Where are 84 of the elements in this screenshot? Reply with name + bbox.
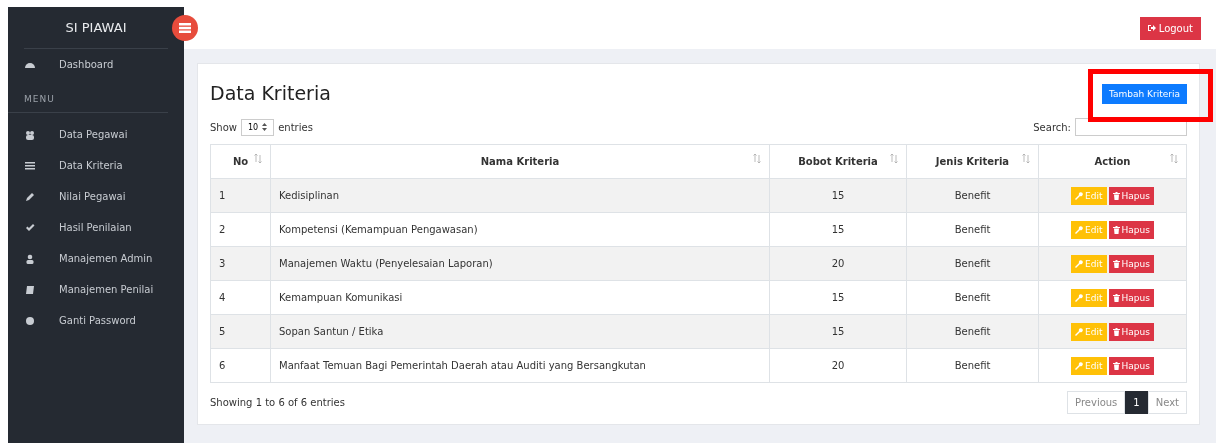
table-cell: 20 <box>769 246 907 281</box>
table-cell: Benefit <box>906 212 1039 247</box>
table-cell: 1 <box>210 178 271 213</box>
trash-icon <box>1112 361 1120 370</box>
table-cell: Manajemen Waktu (Penyelesaian Laporan) <box>270 246 770 281</box>
wrench-icon <box>1075 293 1084 302</box>
trash-icon <box>1112 191 1120 200</box>
sidebar-item[interactable]: Manajemen Penilai <box>8 274 184 305</box>
page-title: Data Kriteria <box>210 82 331 104</box>
table-cell: Benefit <box>906 178 1039 213</box>
menu-section-label: MENU <box>8 80 168 113</box>
delete-button[interactable]: Hapus <box>1108 186 1154 205</box>
users-icon <box>25 129 35 140</box>
user-icon <box>25 253 35 264</box>
pagination-button[interactable]: 1 <box>1125 391 1148 414</box>
delete-button[interactable]: Hapus <box>1108 288 1154 307</box>
caret-icon <box>262 123 268 131</box>
sidebar-item[interactable]: Ganti Password <box>8 305 184 336</box>
wrench-icon <box>1075 361 1084 370</box>
list-icon <box>25 160 35 171</box>
add-criteria-button[interactable]: Tambah Kriteria <box>1102 84 1187 104</box>
checkmark-icon <box>25 222 35 233</box>
sidebar-item[interactable]: Dashboard <box>8 49 184 80</box>
table-cell: 2 <box>210 212 271 247</box>
table-info: Showing 1 to 6 of 6 entries <box>210 397 345 408</box>
delete-button[interactable]: Hapus <box>1108 220 1154 239</box>
column-header[interactable]: Nama Kriteria <box>270 144 770 179</box>
table-cell: 15 <box>769 178 907 213</box>
sidebar-item[interactable]: Hasil Penilaian <box>8 212 184 243</box>
trash-icon <box>1112 327 1120 336</box>
sidebar-item[interactable]: Data Kriteria <box>8 150 184 181</box>
table-cell: Kompetensi (Kemampuan Pengawasan) <box>270 212 770 247</box>
search-label: Search: <box>1033 121 1071 133</box>
book-icon <box>25 284 35 295</box>
delete-button[interactable]: Hapus <box>1108 356 1154 375</box>
column-header[interactable]: Action <box>1038 144 1187 179</box>
table-cell: Benefit <box>906 280 1039 315</box>
sidebar-item[interactable]: Data Pegawai <box>8 119 184 150</box>
show-label: Show <box>210 121 237 133</box>
trash-icon <box>1112 259 1120 268</box>
column-header[interactable]: No <box>210 144 271 179</box>
table-cell: Benefit <box>906 246 1039 281</box>
app-brand: SI PIAWAI <box>65 20 127 35</box>
table-cell: Kemampuan Komunikasi <box>270 280 770 315</box>
table-cell: Manfaat Temuan Bagi Pemerintah Daerah atau Auditi yang Bersangkutan <box>270 348 770 383</box>
trash-icon <box>1112 225 1120 234</box>
menu-icon <box>179 23 191 33</box>
pencil-icon <box>25 191 35 202</box>
table-cell: 15 <box>769 280 907 315</box>
table-cell: 6 <box>210 348 271 383</box>
table-cell: 15 <box>769 212 907 247</box>
wrench-icon <box>1075 327 1084 336</box>
wrench-icon <box>1075 225 1084 234</box>
wrench-icon <box>1075 191 1084 200</box>
sidebar-item[interactable]: Manajemen Admin <box>8 243 184 274</box>
delete-button[interactable]: Hapus <box>1108 322 1154 341</box>
table-cell: 5 <box>210 314 271 349</box>
sort-icon <box>1022 154 1030 163</box>
column-header[interactable]: Jenis Kriteria <box>906 144 1039 179</box>
pagination-button[interactable]: Previous <box>1067 391 1126 414</box>
table-cell: 15 <box>769 314 907 349</box>
pagination-button[interactable]: Next <box>1147 391 1187 414</box>
entries-select[interactable]: 10 <box>241 118 275 136</box>
table-cell: Kedisiplinan <box>270 178 770 213</box>
table-cell: 4 <box>210 280 271 315</box>
table-cell: Sopan Santun / Etika <box>270 314 770 349</box>
entries-label: entries <box>278 121 313 133</box>
table-cell: Benefit <box>906 348 1039 383</box>
trash-icon <box>1112 293 1120 302</box>
search-field[interactable] <box>1075 118 1187 136</box>
table-cell: Benefit <box>906 314 1039 349</box>
logout-icon <box>1147 24 1156 32</box>
sort-icon <box>890 154 898 163</box>
sidebar-item[interactable]: Nilai Pegawai <box>8 181 184 212</box>
sort-icon <box>753 154 761 163</box>
column-header[interactable]: Bobot Kriteria <box>769 144 907 179</box>
table-cell: 20 <box>769 348 907 383</box>
sort-icon <box>254 154 262 163</box>
sort-icon <box>1170 154 1178 163</box>
menu-toggle-button[interactable] <box>172 15 198 41</box>
wrench-icon <box>1075 259 1084 268</box>
logout-button[interactable]: Logout <box>1139 16 1201 40</box>
table-cell: 3 <box>210 246 271 281</box>
delete-button[interactable]: Hapus <box>1108 254 1154 273</box>
